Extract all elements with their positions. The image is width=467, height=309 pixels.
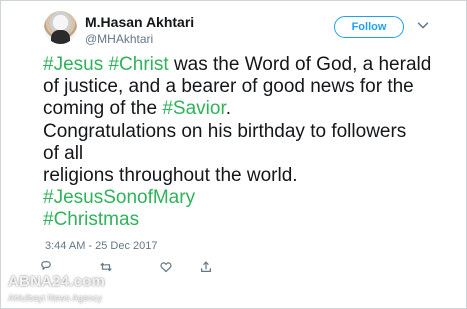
tweet-line-7: #JesusSonofMary (43, 187, 458, 209)
chevron-down-icon[interactable] (416, 18, 430, 32)
user-handle[interactable]: @MHAkhtari (85, 32, 153, 46)
tweet-text-segment: . (225, 98, 232, 120)
tweet-line-3: coming of the #Savior. (43, 98, 458, 120)
share-icon[interactable] (199, 260, 213, 274)
tweet-text-segment: coming of the (43, 98, 158, 120)
tweet-header: M.Hasan Akhtari @MHAkhtari Follow (1, 1, 466, 53)
tweet-line-5: of all (43, 143, 458, 165)
watermark-subtitle: Ahlulbayt News Agency (8, 293, 103, 303)
hashtag-christmas[interactable]: #Christmas (43, 209, 139, 230)
tweet-text-segment: religions throughout the world. (43, 164, 298, 186)
reply-icon[interactable] (39, 260, 53, 274)
tweet-line-6: religions throughout the world. (43, 165, 458, 187)
tweet-line-2: of justice, and a bearer of good news fo… (43, 76, 458, 98)
watermark-logo: ABNA24.com (8, 273, 106, 290)
display-name[interactable]: M.Hasan Akhtari (85, 14, 194, 30)
avatar[interactable] (44, 11, 77, 44)
abna-watermark: ABNA24.com Ahlulbayt News Agency (8, 273, 113, 307)
tweet-text-segment: of justice, and a bearer of good news fo… (43, 76, 414, 98)
tweet-line-8: #Christmas (43, 209, 458, 231)
tweet-text-segment: of all (43, 142, 84, 164)
tweet-line-4: Congratulations on his birthday to follo… (43, 121, 458, 143)
tweet-text-segment: was the Word of God, a herald (173, 54, 432, 75)
hashtag-christ[interactable]: #Christ (108, 54, 168, 75)
hashtag-savior[interactable]: #Savior (162, 98, 225, 119)
tweet-card: M.Hasan Akhtari @MHAkhtari Follow #Jesus… (0, 0, 467, 309)
tweet-timestamp[interactable]: 3:44 AM - 25 Dec 2017 (45, 240, 158, 252)
follow-button[interactable]: Follow (334, 16, 404, 38)
hashtag-jesus[interactable]: #Jesus (43, 54, 103, 75)
retweet-icon[interactable] (99, 260, 113, 274)
tweet-text: #Jesus #Christ was the Word of God, a he… (43, 54, 458, 232)
hashtag-jesussonofmary[interactable]: #JesusSonofMary (43, 187, 195, 208)
like-icon[interactable] (159, 260, 173, 274)
tweet-text-segment: Congratulations on his birthday to follo… (43, 120, 407, 142)
tweet-line-1: #Jesus #Christ was the Word of God, a he… (43, 54, 458, 76)
